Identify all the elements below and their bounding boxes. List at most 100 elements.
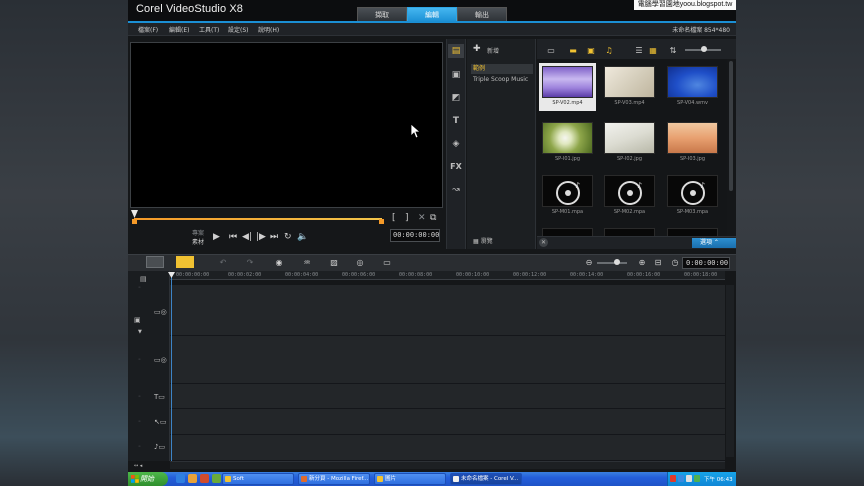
transition-icon[interactable]: ◩ — [448, 91, 464, 105]
mode-clip-label[interactable]: 素材 — [192, 237, 204, 246]
tray-volume-icon[interactable] — [686, 475, 692, 482]
all-tracks-toggle-icon[interactable]: ▣ — [134, 315, 146, 325]
tray-app-icon[interactable] — [670, 475, 676, 482]
trim-start-marker[interactable] — [132, 219, 137, 224]
track-manager-icon[interactable]: ▤ — [140, 274, 152, 284]
timeline-nav-icon[interactable]: ↔ ◂ ▸ — [134, 461, 146, 479]
time-ruler[interactable]: 00:00:00:00 00:00:02:00 00:00:04:00 00:0… — [170, 271, 725, 280]
end-icon[interactable]: ⏭ — [270, 232, 278, 242]
app-quicklaunch-icon[interactable] — [212, 474, 221, 483]
scrubber-handle[interactable] — [131, 210, 138, 218]
title-track-visibility-icon[interactable]: ◦ — [138, 393, 146, 401]
list-view-icon[interactable]: ☰ — [634, 46, 644, 55]
media-thumbnail[interactable]: SP-I01.jpg — [539, 119, 596, 167]
repeat-icon[interactable]: ↻ — [284, 232, 292, 242]
collapse-icon[interactable]: ▼ — [138, 327, 150, 337]
taskbar-item-corel[interactable]: 未命名檔案 - Corel V... — [450, 473, 522, 485]
graphic-icon[interactable]: ◈ — [448, 137, 464, 151]
show-videos-icon[interactable]: ▬ — [568, 46, 578, 55]
options-button[interactable]: 選項 ⌃ — [692, 238, 736, 248]
library-scrollbar[interactable] — [729, 61, 733, 191]
zoom-in-icon[interactable]: ⊕ — [636, 258, 648, 268]
timeline-zoom-slider[interactable] — [597, 262, 627, 264]
media-thumbnail[interactable]: SP-V02.mp4 — [539, 63, 596, 111]
folder-item-sample[interactable]: 範例 — [471, 64, 533, 74]
timeline-timecode[interactable]: 0:00:00:00 — [682, 257, 730, 269]
redo-icon[interactable]: ↷ — [244, 258, 256, 268]
play-icon[interactable]: ▶ — [213, 232, 220, 242]
home-icon[interactable]: ⏮ — [229, 232, 237, 242]
media-thumbnail[interactable]: ♪ SP-M01.mpa — [539, 172, 596, 220]
show-audio-icon[interactable]: ♫ — [604, 46, 614, 55]
explorer-quicklaunch-icon[interactable] — [188, 474, 197, 483]
thumbnail-size-knob[interactable] — [701, 46, 707, 52]
filter-icon[interactable]: FX — [448, 160, 464, 174]
cut-icon[interactable]: ✕ — [418, 213, 426, 223]
sort-icon[interactable]: ⇅ — [668, 46, 678, 55]
overlay-track-visibility-icon[interactable]: ◦ — [138, 356, 146, 364]
taskbar-item-firefox[interactable]: 新分頁 - Mozilla Firef... — [298, 473, 370, 485]
timeline-playhead[interactable] — [171, 276, 172, 461]
mode-project-label[interactable]: 專案 — [192, 228, 204, 237]
title-track[interactable] — [170, 384, 725, 409]
media-thumbnail[interactable] — [539, 225, 596, 236]
previous-frame-icon[interactable]: ◀| — [242, 232, 252, 242]
next-frame-icon[interactable]: |▶ — [256, 232, 266, 242]
zoom-out-icon[interactable]: ⊖ — [583, 258, 595, 268]
tab-capture[interactable]: 擷取 — [357, 7, 407, 22]
music-track-visibility-icon[interactable]: ◦ — [138, 443, 146, 451]
menu-tools[interactable]: 工具(T) — [199, 25, 219, 34]
video-track-visibility-icon[interactable]: ◦ — [138, 284, 146, 292]
tray-security-icon[interactable] — [694, 475, 700, 482]
media-thumbnail[interactable]: SP-I02.jpg — [601, 119, 658, 167]
browse-button[interactable]: ▦ 瀏覽 — [473, 236, 493, 245]
remove-icon[interactable]: ✕ — [539, 238, 548, 247]
tray-network-icon[interactable] — [678, 475, 684, 482]
add-folder-icon[interactable]: ✚ — [473, 44, 481, 54]
menu-edit[interactable]: 編輯(E) — [169, 25, 189, 34]
timeline-vertical-scrollbar[interactable] — [726, 285, 734, 457]
video-track[interactable] — [170, 285, 725, 336]
voice-track[interactable] — [170, 409, 725, 435]
auto-music-icon[interactable]: ▨ — [328, 258, 340, 268]
menu-settings[interactable]: 設定(S) — [228, 25, 249, 34]
volume-icon[interactable]: 🔈 — [297, 232, 308, 242]
voice-track-visibility-icon[interactable]: ◦ — [138, 418, 146, 426]
instant-project-icon[interactable]: ▣ — [448, 68, 464, 82]
undo-icon[interactable]: ↶ — [217, 258, 229, 268]
taskbar-item-soft[interactable]: Soft — [222, 473, 294, 485]
timeline-zoom-knob[interactable] — [614, 259, 620, 265]
timeline-horizontal-scrollbar[interactable] — [170, 461, 725, 469]
media-thumbnail[interactable]: ♪ SP-M02.mpa — [601, 172, 658, 220]
overlay-track[interactable] — [170, 336, 725, 384]
media-thumbnail[interactable]: SP-I03.jpg — [664, 119, 721, 167]
ie-quicklaunch-icon[interactable] — [176, 474, 185, 483]
motion-tracking-icon[interactable]: ◎ — [354, 258, 366, 268]
mark-in-icon[interactable]: [ — [392, 213, 396, 223]
preview-timecode[interactable]: 00:00:00:00 — [390, 229, 440, 242]
enlarge-icon[interactable]: ⧉ — [430, 213, 436, 223]
menu-help[interactable]: 說明(H) — [258, 25, 279, 34]
title-icon[interactable]: T — [448, 114, 464, 128]
thumbnail-view-icon[interactable]: ▦ — [648, 46, 658, 55]
import-folder-icon[interactable]: ▭ — [546, 46, 556, 55]
media-thumbnail[interactable]: SP-V04.wmv — [664, 63, 721, 111]
timeline-view-button[interactable] — [176, 256, 194, 268]
show-photos-icon[interactable]: ▣ — [586, 46, 596, 55]
media-icon[interactable]: ▤ — [448, 44, 464, 58]
path-icon[interactable]: ↝ — [448, 183, 464, 197]
storyboard-view-button[interactable] — [146, 256, 164, 268]
media-thumbnail[interactable]: ♪ SP-M03.mpa — [664, 172, 721, 220]
subtitle-editor-icon[interactable]: ▭ — [381, 258, 393, 268]
tab-edit[interactable]: 編輯 — [407, 7, 457, 22]
media-thumbnail[interactable]: SP-V03.mp4 — [601, 63, 658, 111]
mark-out-icon[interactable]: ] — [405, 213, 409, 223]
music-track[interactable] — [170, 435, 725, 461]
media-thumbnail[interactable] — [601, 225, 658, 236]
taskbar-item-pictures[interactable]: 圖片 — [374, 473, 446, 485]
folder-item-triple-scoop[interactable]: Triple Scoop Music — [471, 75, 533, 85]
menu-file[interactable]: 檔案(F) — [138, 25, 158, 34]
media-thumbnail[interactable] — [664, 225, 721, 236]
fit-project-icon[interactable]: ⊟ — [652, 258, 664, 268]
add-folder-label[interactable]: 新增 — [487, 46, 499, 55]
